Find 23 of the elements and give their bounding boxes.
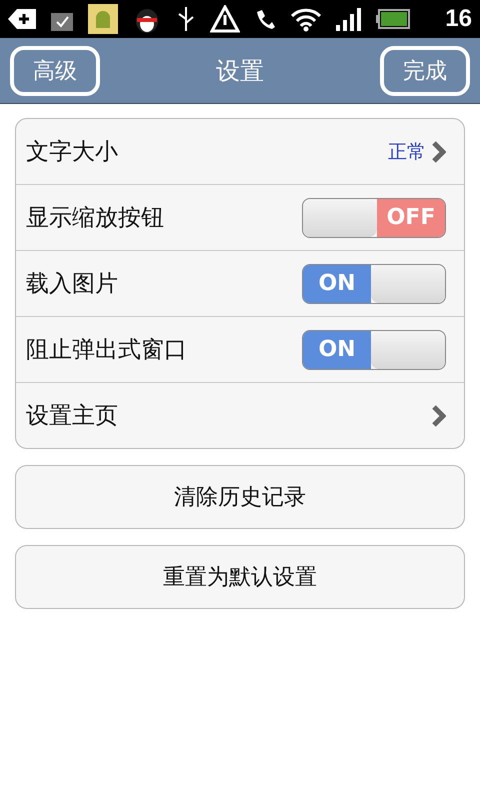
setting-value: 正常 xyxy=(388,140,426,164)
setting-label: 载入图片 xyxy=(26,270,119,299)
battery-icon xyxy=(376,9,410,29)
phone-icon xyxy=(254,8,276,30)
page-title: 设置 xyxy=(216,56,264,86)
setting-label: 设置主页 xyxy=(26,402,119,431)
setting-label: 文字大小 xyxy=(26,138,119,167)
setting-label: 显示缩放按钮 xyxy=(26,204,165,233)
toggle-switch[interactable]: ON xyxy=(302,264,446,304)
warning-icon xyxy=(210,5,240,33)
chevron-icon xyxy=(432,140,446,162)
toggle-switch[interactable]: ON xyxy=(302,330,446,370)
signal-icon xyxy=(336,7,362,31)
setting-label: 阻止弹出式窗口 xyxy=(26,336,188,365)
chevron-icon xyxy=(432,404,446,426)
action-button[interactable]: 清除历史记录 xyxy=(15,465,465,529)
toggle-switch[interactable]: OFF xyxy=(302,198,446,238)
done-button[interactable]: 完成 xyxy=(380,46,470,96)
action-button[interactable]: 重置为默认设置 xyxy=(15,545,465,609)
advanced-button[interactable]: 高级 xyxy=(10,46,100,96)
back-icon xyxy=(8,8,36,30)
status-time: 16 xyxy=(445,5,472,33)
wifi-icon xyxy=(290,6,322,32)
